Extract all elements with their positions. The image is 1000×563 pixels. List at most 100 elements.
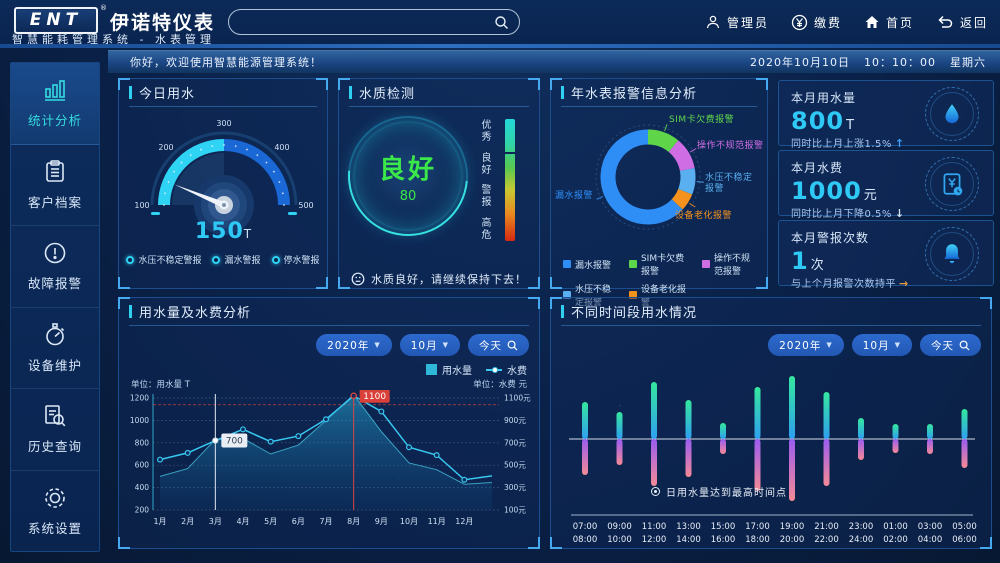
welcome-message: 你好，欢迎使用智慧能源管理系统！ bbox=[130, 54, 322, 70]
sidebar-item-label: 故障报警 bbox=[28, 273, 82, 292]
quality-grade: 良好 bbox=[379, 149, 437, 186]
welcome-strip: 你好，欢迎使用智慧能源管理系统！ 2020年10月10日 10：10：00 星期… bbox=[108, 50, 1000, 73]
scale-label: 高危 bbox=[477, 217, 492, 241]
usage-fee-panel: 用水量及水费分析 2020年 ▼ 10月 ▼ 今天 用水量 水费 单位：用水量 … bbox=[118, 297, 540, 549]
svg-text:06:00: 06:00 bbox=[952, 535, 977, 545]
callout-aging-alarm: 设备老化报警 bbox=[675, 211, 732, 222]
panel-title: 年水表报警信息分析 bbox=[561, 79, 757, 107]
svg-text:11月: 11月 bbox=[428, 517, 446, 526]
svg-text:12:00: 12:00 bbox=[642, 535, 667, 545]
svg-text:100: 100 bbox=[134, 201, 149, 210]
svg-text:08:00: 08:00 bbox=[573, 535, 598, 545]
usage-chart-filters: 2020年 ▼ 10月 ▼ 今天 bbox=[316, 334, 529, 356]
alarm-label: 停水警报 bbox=[284, 253, 320, 266]
svg-text:23:00: 23:00 bbox=[849, 522, 874, 532]
quality-score: 80 bbox=[400, 189, 417, 204]
back-label: 返回 bbox=[960, 14, 988, 31]
svg-text:6月: 6月 bbox=[292, 517, 305, 526]
sidebar-item-customers[interactable]: 客户档案 bbox=[11, 145, 99, 227]
sidebar-item-label: 历史查询 bbox=[28, 436, 82, 455]
legend-label: 操作不规范报警 bbox=[714, 251, 755, 277]
pay-button[interactable]: 缴费 bbox=[791, 14, 842, 31]
water-quality-panel: 水质检测 良好 80 优秀 良好 警报 高危 水质良好，请继续保持下去！ bbox=[338, 78, 540, 289]
title-accent-bar bbox=[129, 305, 132, 318]
admin-label: 管理员 bbox=[727, 14, 769, 31]
time-bars-chart: 07:0008:0009:0010:0011:0012:0013:0014:00… bbox=[563, 358, 981, 548]
search-input[interactable] bbox=[229, 15, 494, 29]
svg-text:700: 700 bbox=[226, 437, 243, 447]
search-bar[interactable] bbox=[228, 9, 520, 35]
svg-text:20:00: 20:00 bbox=[780, 535, 805, 545]
search-icon[interactable] bbox=[494, 15, 509, 30]
svg-text:03:00: 03:00 bbox=[918, 522, 943, 532]
icon-ring bbox=[925, 227, 979, 281]
home-icon bbox=[864, 14, 880, 30]
sidebar-item-label: 系统设置 bbox=[28, 518, 82, 537]
stopwatch-icon bbox=[42, 322, 68, 348]
back-icon bbox=[936, 14, 954, 30]
ent-logo: ENT bbox=[14, 7, 98, 34]
quality-score-circle: 良好 80 bbox=[353, 121, 463, 231]
legend-label: 漏水报警 bbox=[575, 258, 611, 271]
legend-label: 用水量 bbox=[442, 366, 472, 377]
svg-text:500: 500 bbox=[298, 201, 313, 210]
panel-title-text: 不同时间段用水情况 bbox=[571, 302, 697, 321]
today-search-button[interactable]: 今天 bbox=[468, 334, 529, 356]
svg-text:22:00: 22:00 bbox=[814, 535, 839, 545]
today-search-button[interactable]: 今天 bbox=[920, 334, 981, 356]
sidebar-item-statistics[interactable]: 统计分析 bbox=[11, 63, 99, 145]
card-value: 800 bbox=[791, 107, 844, 135]
sidebar-item-maintenance[interactable]: 设备维护 bbox=[11, 308, 99, 390]
app-header: ENT ® 伊诺特仪表 智慧能耗管理系统 - 水表管理 管理员 缴费 bbox=[0, 0, 1000, 44]
panel-title-text: 今日用水 bbox=[139, 83, 195, 102]
scale-label: 良好 bbox=[477, 152, 492, 176]
sidebar-item-fault-alarm[interactable]: 故障报警 bbox=[11, 226, 99, 308]
svg-text:19:00: 19:00 bbox=[780, 522, 805, 532]
line-swatch bbox=[486, 369, 502, 371]
svg-text:10月: 10月 bbox=[400, 517, 418, 526]
svg-text:21:00: 21:00 bbox=[814, 522, 839, 532]
card-unit: 次 bbox=[811, 258, 824, 273]
home-button[interactable]: 首页 bbox=[864, 14, 914, 31]
home-label: 首页 bbox=[886, 14, 914, 31]
sidebar-item-settings[interactable]: 系统设置 bbox=[11, 471, 99, 552]
month-filter-dropdown[interactable]: 10月 ▼ bbox=[400, 334, 460, 356]
annotation-text: 日用水量达到最高时间点 bbox=[666, 484, 787, 499]
svg-text:100元: 100元 bbox=[504, 506, 526, 515]
usage-chart-legend: 用水量 水费 bbox=[426, 362, 527, 377]
panel-title: 用水量及水费分析 bbox=[129, 298, 529, 326]
svg-text:3月: 3月 bbox=[209, 517, 222, 526]
water-usage-gauge: 100200300400500 bbox=[119, 107, 329, 235]
svg-text:300元: 300元 bbox=[504, 483, 526, 492]
chevron-down-icon: ▼ bbox=[443, 341, 449, 349]
icon-ring bbox=[925, 157, 979, 211]
sidebar-item-history[interactable]: 历史查询 bbox=[11, 389, 99, 471]
usage-unit: T bbox=[244, 227, 251, 241]
peak-time-annotation: 日用水量达到最高时间点 bbox=[651, 484, 787, 499]
legend-label: 水费 bbox=[507, 366, 527, 377]
card-subtext: 同时比上月下降0.5% bbox=[791, 209, 892, 220]
panel-title: 水质检测 bbox=[349, 79, 529, 107]
title-accent-bar bbox=[349, 86, 352, 99]
status-ring-icon bbox=[212, 256, 220, 264]
svg-text:04:00: 04:00 bbox=[918, 535, 943, 545]
svg-text:15:00: 15:00 bbox=[711, 522, 736, 532]
water-drop-icon bbox=[939, 101, 965, 127]
year-filter-dropdown[interactable]: 2020年 ▼ bbox=[768, 334, 844, 356]
back-button[interactable]: 返回 bbox=[936, 14, 988, 31]
yuan-icon bbox=[791, 14, 808, 31]
svg-text:7月: 7月 bbox=[319, 517, 332, 526]
alarm-indicator-pressure: 水压不稳定警报 bbox=[126, 253, 201, 266]
panel-title-text: 水质检测 bbox=[359, 83, 415, 102]
admin-menu[interactable]: 管理员 bbox=[705, 14, 769, 31]
filter-label: 今天 bbox=[931, 338, 954, 353]
time-chart-filters: 2020年 ▼ 10月 ▼ 今天 bbox=[768, 334, 981, 356]
svg-text:01:00: 01:00 bbox=[883, 522, 908, 532]
card-value: 1 bbox=[791, 247, 809, 275]
month-filter-dropdown[interactable]: 10月 ▼ bbox=[852, 334, 912, 356]
callout-sim-alarm: SIM卡欠费报警 bbox=[669, 115, 734, 126]
year-filter-dropdown[interactable]: 2020年 ▼ bbox=[316, 334, 392, 356]
scale-label: 优秀 bbox=[477, 119, 492, 143]
today-usage-value: 150T bbox=[119, 219, 327, 244]
alarm-label: 漏水警报 bbox=[224, 253, 260, 266]
